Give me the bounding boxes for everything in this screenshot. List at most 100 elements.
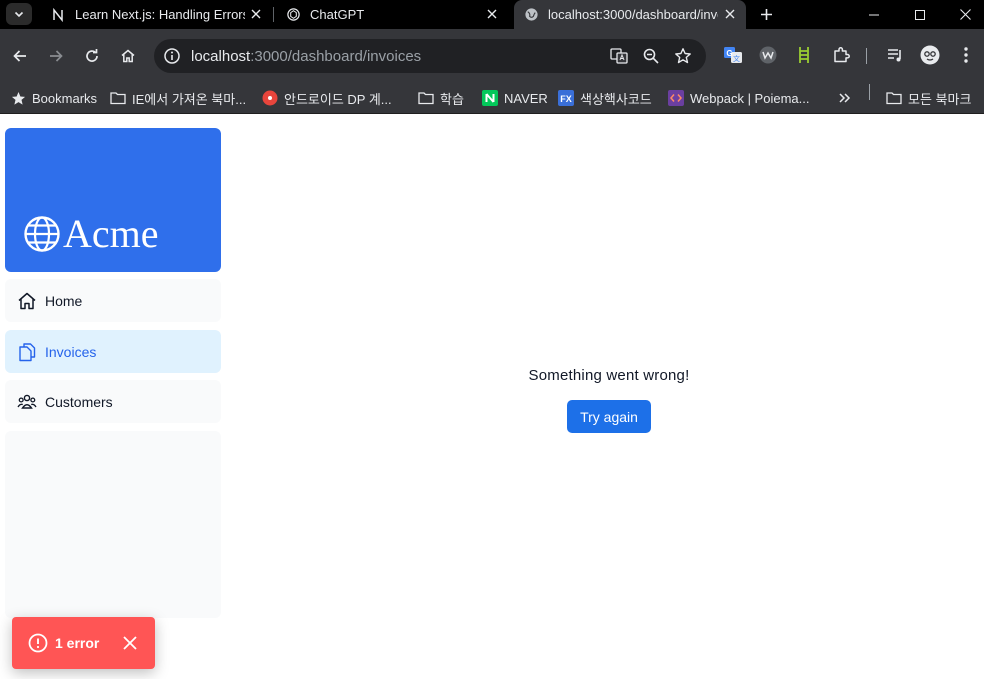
minimize-icon [869,14,879,15]
bookmark-label: 색상핵사코드 [580,91,652,107]
naver-icon [482,90,498,106]
bookmark-item[interactable]: IE에서 가져온 북마... [110,82,246,114]
url-host: localhost [191,48,251,65]
dashboard-page: Acme Home Invoices Customers Something w… [0,115,984,679]
google-translate-extension-icon[interactable]: G文 [723,45,743,65]
close-tab-icon[interactable] [484,6,500,22]
globe-icon [24,216,60,252]
bookmark-item[interactable]: 학습 [418,82,464,114]
profile-avatar-icon[interactable] [920,45,940,65]
red-circle-icon [262,90,278,106]
bookmark-star-icon[interactable] [674,47,692,65]
tab-search-button[interactable] [6,3,32,25]
error-message: Something went wrong! [528,367,690,384]
users-icon [17,392,37,412]
sidebar-item-customers[interactable]: Customers [5,380,221,423]
tab-title: localhost:3000/dashboard/invo [548,7,718,22]
document-icon [17,342,37,362]
code-icon [668,90,684,106]
error-container: Something went wrong! [0,367,984,385]
minimize-button[interactable] [851,0,897,29]
bookmark-label: Webpack | Poiema... [690,90,810,106]
tab-bar: Learn Next.js: Handling Errors ChatGPT l… [0,0,984,29]
bookmarks-bar: Bookmarks IE에서 가져온 북마... 안드로이드 DP 계... 학… [0,82,984,114]
kebab-menu-icon[interactable] [956,45,976,65]
bookmark-label: IE에서 가져온 북마... [132,91,247,107]
maximize-icon [915,9,925,20]
new-tab-button[interactable] [756,4,776,24]
home-icon [121,49,135,63]
bookmark-label: 학습 [440,91,464,107]
toolbar-divider [866,48,867,64]
tab-nextjs[interactable]: Learn Next.js: Handling Errors [40,0,272,29]
sidebar-item-home[interactable]: Home [5,279,221,322]
try-again-button[interactable]: Try again [567,400,651,433]
bookmark-item[interactable]: FX 색상핵사코드 [558,82,652,114]
maximize-button[interactable] [897,0,943,29]
reload-button[interactable] [81,45,103,67]
ladder-extension-icon[interactable] [794,45,814,65]
acme-logo-link[interactable]: Acme [5,128,221,272]
bookmarks-divider [869,84,870,100]
plus-icon [760,8,772,20]
sidebar-filler [5,431,221,618]
address-bar[interactable]: localhost:3000/dashboard/invoices [154,39,706,73]
fx-icon: FX [558,90,574,106]
wappalyzer-extension-icon[interactable] [758,45,778,65]
alert-circle-icon [28,633,48,653]
folder-icon [886,90,902,106]
tab-divider [273,7,274,22]
tab-chatgpt[interactable]: ChatGPT [276,0,508,29]
bookmark-label: Bookmarks [32,90,98,106]
bookmark-label: 안드로이드 DP 계... [284,91,392,107]
url-text[interactable]: localhost:3000/dashboard/invoices [191,48,421,65]
acme-logo: Acme [23,214,159,254]
bookmark-label: NAVER [504,90,548,106]
bookmark-item[interactable]: NAVER [482,82,548,114]
home-button[interactable] [117,45,139,67]
forward-button[interactable] [45,45,67,67]
nextjs-error-toast[interactable]: 1 error [12,617,155,669]
arrow-left-icon [13,50,26,62]
media-controls-icon[interactable] [885,45,905,65]
svg-text:文: 文 [733,54,740,63]
folder-icon [110,90,126,106]
translate-icon[interactable] [610,47,628,65]
tab-title: ChatGPT [310,7,365,22]
sidebar-item-label: Customers [45,393,113,410]
chevron-down-icon [14,11,24,18]
site-info-icon[interactable] [163,47,181,65]
folder-icon [418,90,434,106]
home-icon [17,291,37,311]
tab-title: Learn Next.js: Handling Errors [75,7,245,22]
close-tab-icon[interactable] [722,6,738,22]
chatgpt-icon [285,7,301,23]
bookmark-item[interactable]: Webpack | Poiema... [668,82,809,114]
brand-name: Acme [63,211,159,256]
reload-icon [86,49,98,62]
bookmark-item[interactable]: 안드로이드 DP 계... [262,82,392,114]
sidebar-item-label: Home [45,292,83,309]
svg-text:G: G [726,49,732,58]
bookmark-label: 모든 북마크 [908,91,972,107]
bookmark-item[interactable]: Bookmarks [10,82,97,114]
browser-toolbar: localhost:3000/dashboard/invoices G文 [0,29,984,82]
sidebar-item-label: Invoices [45,343,97,360]
double-chevron-right-icon [839,93,851,103]
back-button[interactable] [9,45,31,67]
star-icon [10,90,26,106]
bookmark-item[interactable]: 모든 북마크 [886,82,971,114]
extensions-puzzle-icon[interactable] [831,45,851,65]
error-count: 1 error [55,635,100,651]
globe-icon [523,7,539,23]
close-window-button[interactable] [942,0,984,29]
tab-localhost[interactable]: localhost:3000/dashboard/invo [514,0,746,29]
zoom-icon[interactable] [642,47,660,65]
close-icon[interactable] [121,634,139,652]
more-bookmarks-button[interactable] [838,82,852,114]
arrow-right-icon [50,50,63,62]
nextjs-icon [50,7,66,23]
url-path: :3000/dashboard/invoices [250,48,422,65]
close-tab-icon[interactable] [248,6,264,22]
svg-text:FX: FX [560,94,572,104]
